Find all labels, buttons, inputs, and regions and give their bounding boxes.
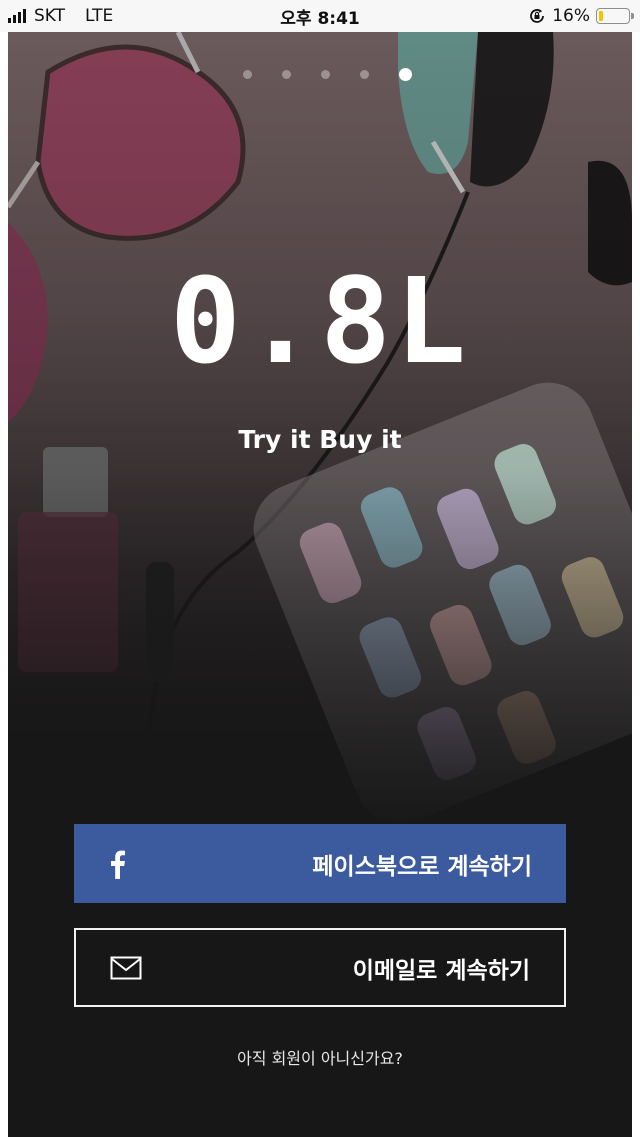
continue-with-email-button[interactable]: 이메일로 계속하기 (74, 928, 566, 1007)
mail-icon (110, 956, 142, 980)
page-indicator[interactable] (8, 68, 632, 81)
page-dot[interactable] (242, 70, 252, 79)
battery-percent: 16% (552, 6, 590, 26)
battery-level-fill (599, 11, 604, 21)
carrier-label: SKT (34, 6, 66, 26)
status-left: SKT LTE (8, 0, 113, 32)
page-dot[interactable] (359, 70, 369, 79)
signal-strength-icon (8, 9, 26, 23)
rotation-lock-icon (530, 9, 545, 23)
page-dot[interactable] (281, 70, 291, 79)
email-button-label: 이메일로 계속하기 (352, 957, 530, 984)
welcome-screen: 0.8L Try it Buy it 페이스북으로 계속하기 이메일로 계속하기… (8, 32, 632, 1137)
app-logo: 0.8L (169, 252, 471, 390)
status-right: 16% (528, 0, 634, 32)
network-label: LTE (85, 6, 114, 26)
continue-with-facebook-button[interactable]: 페이스북으로 계속하기 (74, 824, 566, 903)
facebook-button-label: 페이스북으로 계속하기 (312, 853, 532, 880)
page-dot[interactable] (320, 70, 330, 79)
facebook-icon (108, 849, 126, 879)
status-bar: SKT LTE 오후 8:41 16% (0, 0, 640, 32)
battery-nub (631, 13, 634, 19)
page-dot-active[interactable] (398, 68, 412, 81)
signup-link[interactable]: 아직 회원이 아니신가요? (8, 1045, 632, 1069)
battery-icon (596, 8, 634, 24)
app-tagline: Try it Buy it (238, 425, 402, 454)
